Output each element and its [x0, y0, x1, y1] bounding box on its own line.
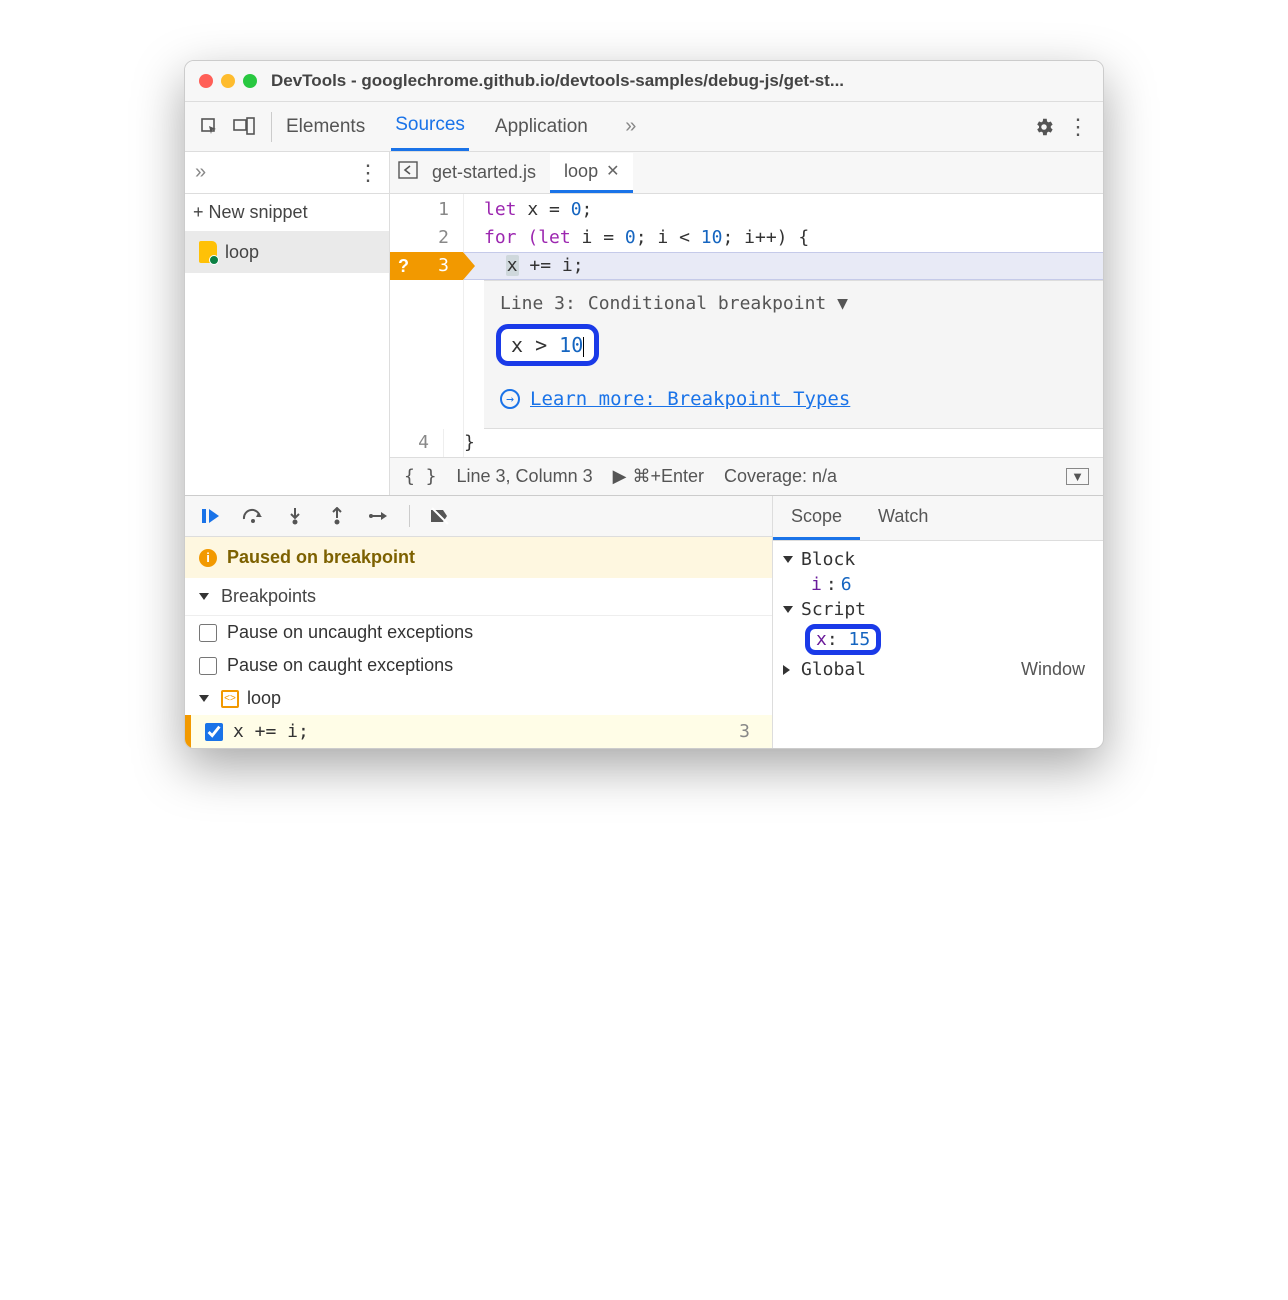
snippet-file-icon — [199, 241, 217, 263]
snippet-small-icon: <> — [221, 690, 239, 708]
triangle-down-icon — [783, 556, 793, 563]
scope-block[interactable]: Block — [783, 547, 1093, 572]
editor-tab-getstarted[interactable]: get-started.js — [418, 154, 550, 191]
tab-sources[interactable]: Sources — [391, 102, 469, 151]
device-toggle-icon[interactable] — [227, 110, 261, 144]
pretty-print-icon[interactable]: { } — [404, 466, 437, 487]
sidebar-overflow-icon[interactable]: » — [195, 161, 206, 184]
minimize-icon[interactable] — [221, 74, 235, 88]
breakpoint-entry[interactable]: x += i; 3 — [185, 715, 772, 748]
code-line-1: let x = 0; — [464, 196, 1103, 224]
line-number-1[interactable]: 1 — [390, 196, 449, 224]
info-icon: i — [199, 549, 217, 567]
tab-elements[interactable]: Elements — [282, 104, 369, 150]
step-out-icon[interactable] — [325, 504, 349, 528]
step-over-icon[interactable] — [241, 504, 265, 528]
tab-application[interactable]: Application — [491, 104, 592, 150]
tab-watch[interactable]: Watch — [860, 496, 946, 540]
line-number-3-breakpoint[interactable]: 3 — [390, 252, 463, 280]
pause-caught-checkbox[interactable] — [199, 657, 217, 675]
sidebar-menu-icon[interactable]: ⋮ — [357, 160, 379, 186]
window-title: DevTools - googlechrome.github.io/devtoo… — [271, 71, 844, 91]
collapse-icon[interactable]: ▼ — [1066, 468, 1089, 485]
bp-type-dropdown[interactable]: Conditional breakpoint ▼ — [588, 293, 848, 314]
scope-var-x: x: 15 — [783, 622, 1093, 657]
editor-tab-loop[interactable]: loop ✕ — [550, 153, 633, 193]
deactivate-breakpoints-icon[interactable] — [428, 504, 452, 528]
status-bar: { } Line 3, Column 3 ▶ ⌘+Enter Coverage:… — [390, 457, 1103, 495]
settings-icon[interactable] — [1027, 110, 1061, 144]
breakpoint-editor: Line 3: Conditional breakpoint ▼ x > 10 … — [484, 280, 1103, 429]
maximize-icon[interactable] — [243, 74, 257, 88]
titlebar: DevTools - googlechrome.github.io/devtoo… — [185, 61, 1103, 102]
triangle-down-icon — [199, 593, 209, 600]
nav-back-icon[interactable] — [398, 161, 418, 184]
scope-global[interactable]: Global Window — [783, 657, 1093, 682]
more-tabs-icon[interactable]: » — [614, 110, 648, 144]
triangle-down-icon — [199, 695, 209, 702]
breakpoint-file-row[interactable]: <> loop — [185, 682, 772, 715]
line-number-4[interactable]: 4 — [390, 429, 444, 457]
gutter[interactable]: 1 2 3 — [390, 194, 464, 457]
devtools-window: DevTools - googlechrome.github.io/devtoo… — [184, 60, 1104, 749]
kebab-menu-icon[interactable]: ⋮ — [1061, 110, 1095, 144]
snippet-label: loop — [225, 242, 259, 263]
breakpoint-checkbox[interactable] — [205, 723, 223, 741]
paused-banner: i Paused on breakpoint — [185, 537, 772, 578]
triangle-right-icon — [783, 665, 795, 675]
run-shortcut: ⌘+Enter — [632, 466, 704, 487]
step-icon[interactable] — [367, 504, 391, 528]
close-icon[interactable] — [199, 74, 213, 88]
pause-uncaught-checkbox[interactable] — [199, 624, 217, 642]
triangle-down-icon — [783, 606, 793, 613]
code-line-3: x += i; — [464, 252, 1103, 280]
pause-caught-row[interactable]: Pause on caught exceptions — [185, 649, 772, 682]
editor-tab-row: get-started.js loop ✕ — [390, 152, 1103, 194]
scope-var-i: i: 6 — [783, 572, 1093, 597]
scope-script[interactable]: Script — [783, 597, 1093, 622]
inspect-icon[interactable] — [193, 110, 227, 144]
code-line-4: } — [444, 429, 475, 457]
coverage-label: Coverage: n/a — [724, 466, 837, 487]
bp-condition-input[interactable]: x > 10 — [496, 324, 599, 366]
arrow-right-circle-icon: → — [500, 389, 520, 409]
cursor-position: Line 3, Column 3 — [457, 466, 593, 487]
step-into-icon[interactable] — [283, 504, 307, 528]
breakpoints-section[interactable]: Breakpoints — [185, 578, 772, 616]
breakpoint-lineno: 3 — [739, 721, 750, 742]
bp-line-label: Line 3: — [500, 293, 576, 314]
learn-more-link[interactable]: Learn more: Breakpoint Types — [530, 388, 850, 410]
debugger-toolbar — [185, 496, 772, 537]
line-number-2[interactable]: 2 — [390, 224, 449, 252]
code-editor[interactable]: let x = 0; for (let i = 0; i < 10; i++) … — [464, 194, 1103, 457]
new-snippet-button[interactable]: + New snippet — [185, 194, 389, 231]
pause-uncaught-row[interactable]: Pause on uncaught exceptions — [185, 616, 772, 649]
play-icon[interactable]: ▶ — [613, 466, 627, 487]
close-tab-icon[interactable]: ✕ — [606, 161, 619, 181]
snippet-item-loop[interactable]: loop — [185, 231, 389, 273]
tab-scope[interactable]: Scope — [773, 496, 860, 540]
traffic-lights — [199, 74, 257, 88]
sidebar: » ⋮ + New snippet loop — [185, 152, 390, 495]
resume-icon[interactable] — [199, 504, 223, 528]
main-tab-row: Elements Sources Application » ⋮ — [185, 102, 1103, 152]
code-line-2: for (let i = 0; i < 10; i++) { — [464, 224, 1103, 252]
